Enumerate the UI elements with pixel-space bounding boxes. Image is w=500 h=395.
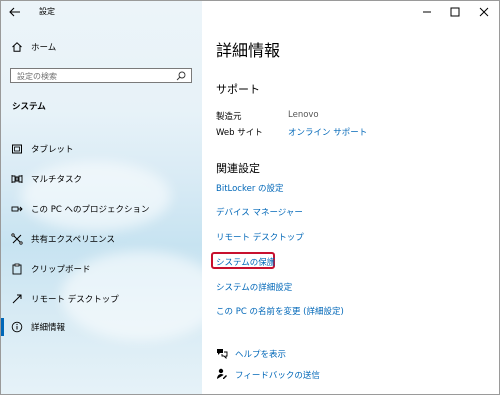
back-arrow-icon[interactable] [7, 4, 23, 20]
get-help-icon [217, 349, 228, 359]
sidebar-item-label: クリップボード [31, 265, 91, 275]
info-icon [11, 321, 23, 333]
settings-window: 設定 ホーム 設定の検索 システム タブレット マルチタスク この PC へのプ… [0, 0, 500, 395]
maximize-icon [450, 7, 460, 17]
sidebar-item-tablet[interactable]: タブレット [1, 137, 202, 161]
sidebar-item-label: 詳細情報 [31, 323, 66, 333]
maximize-button[interactable] [441, 3, 469, 21]
search-icon [176, 71, 186, 81]
related-settings-heading: 関連設定 [216, 162, 260, 175]
sidebar-home-label: ホーム [31, 43, 57, 53]
device-manager-link[interactable]: デバイス マネージャー [216, 206, 303, 218]
remote-desktop-link[interactable]: リモート デスクトップ [216, 231, 304, 243]
sidebar-item-projection[interactable]: この PC へのプロジェクション [1, 197, 202, 221]
sidebar-item-home[interactable]: ホーム [1, 35, 202, 59]
sidebar-item-label: タブレット [31, 145, 74, 155]
close-icon [479, 7, 489, 17]
page-title: 詳細情報 [216, 41, 281, 60]
feedback-icon [217, 368, 227, 379]
sidebar-item-label: 共有エクスペリエンス [31, 235, 115, 245]
bitlocker-settings-link[interactable]: BitLocker の設定 [216, 182, 284, 194]
support-heading: サポート [216, 83, 260, 96]
title-bar: 設定 [1, 1, 202, 23]
send-feedback-link[interactable]: フィードバックの送信 [235, 369, 320, 381]
main-content: 詳細情報 サポート 製造元 Lenovo Web サイト オンライン サポート … [202, 1, 499, 394]
home-icon [12, 42, 22, 52]
sidebar-section-title: システム [12, 102, 46, 112]
manufacturer-value: Lenovo [288, 110, 319, 120]
multitasking-icon [11, 175, 23, 183]
rename-pc-link[interactable]: この PC の名前を変更 (詳細設定) [216, 305, 344, 317]
minimize-icon [423, 11, 431, 13]
close-button[interactable] [470, 3, 498, 21]
online-support-link[interactable]: オンライン サポート [288, 126, 367, 138]
settings-search-input[interactable]: 設定の検索 [10, 68, 192, 83]
clipboard-icon [12, 263, 22, 275]
sidebar-item-clipboard[interactable]: クリップボード [1, 257, 202, 281]
sidebar-item-label: マルチタスク [31, 175, 83, 185]
tablet-icon [12, 144, 22, 154]
search-placeholder: 設定の検索 [17, 72, 57, 81]
system-protection-link[interactable]: システムの保護 [216, 256, 275, 268]
sidebar-item-label: この PC へのプロジェクション [31, 205, 150, 215]
get-help-link[interactable]: ヘルプを表示 [235, 348, 286, 360]
manufacturer-label: 製造元 [216, 112, 242, 122]
sidebar-item-multitasking[interactable]: マルチタスク [1, 167, 202, 191]
sidebar-item-about[interactable]: 詳細情報 [1, 315, 202, 339]
projection-icon [11, 206, 23, 212]
sidebar-item-label: リモート デスクトップ [31, 295, 119, 305]
app-title: 設定 [39, 7, 55, 16]
website-label: Web サイト [216, 128, 263, 138]
sidebar: 設定 ホーム 設定の検索 システム タブレット マルチタスク この PC へのプ… [1, 1, 221, 394]
shared-experiences-icon [11, 233, 23, 245]
advanced-system-settings-link[interactable]: システムの詳細設定 [216, 281, 292, 293]
sidebar-item-remote-desktop[interactable]: リモート デスクトップ [1, 287, 202, 311]
sidebar-item-shared-experiences[interactable]: 共有エクスペリエンス [1, 227, 202, 251]
remote-desktop-icon [12, 294, 22, 304]
minimize-button[interactable] [413, 3, 441, 21]
